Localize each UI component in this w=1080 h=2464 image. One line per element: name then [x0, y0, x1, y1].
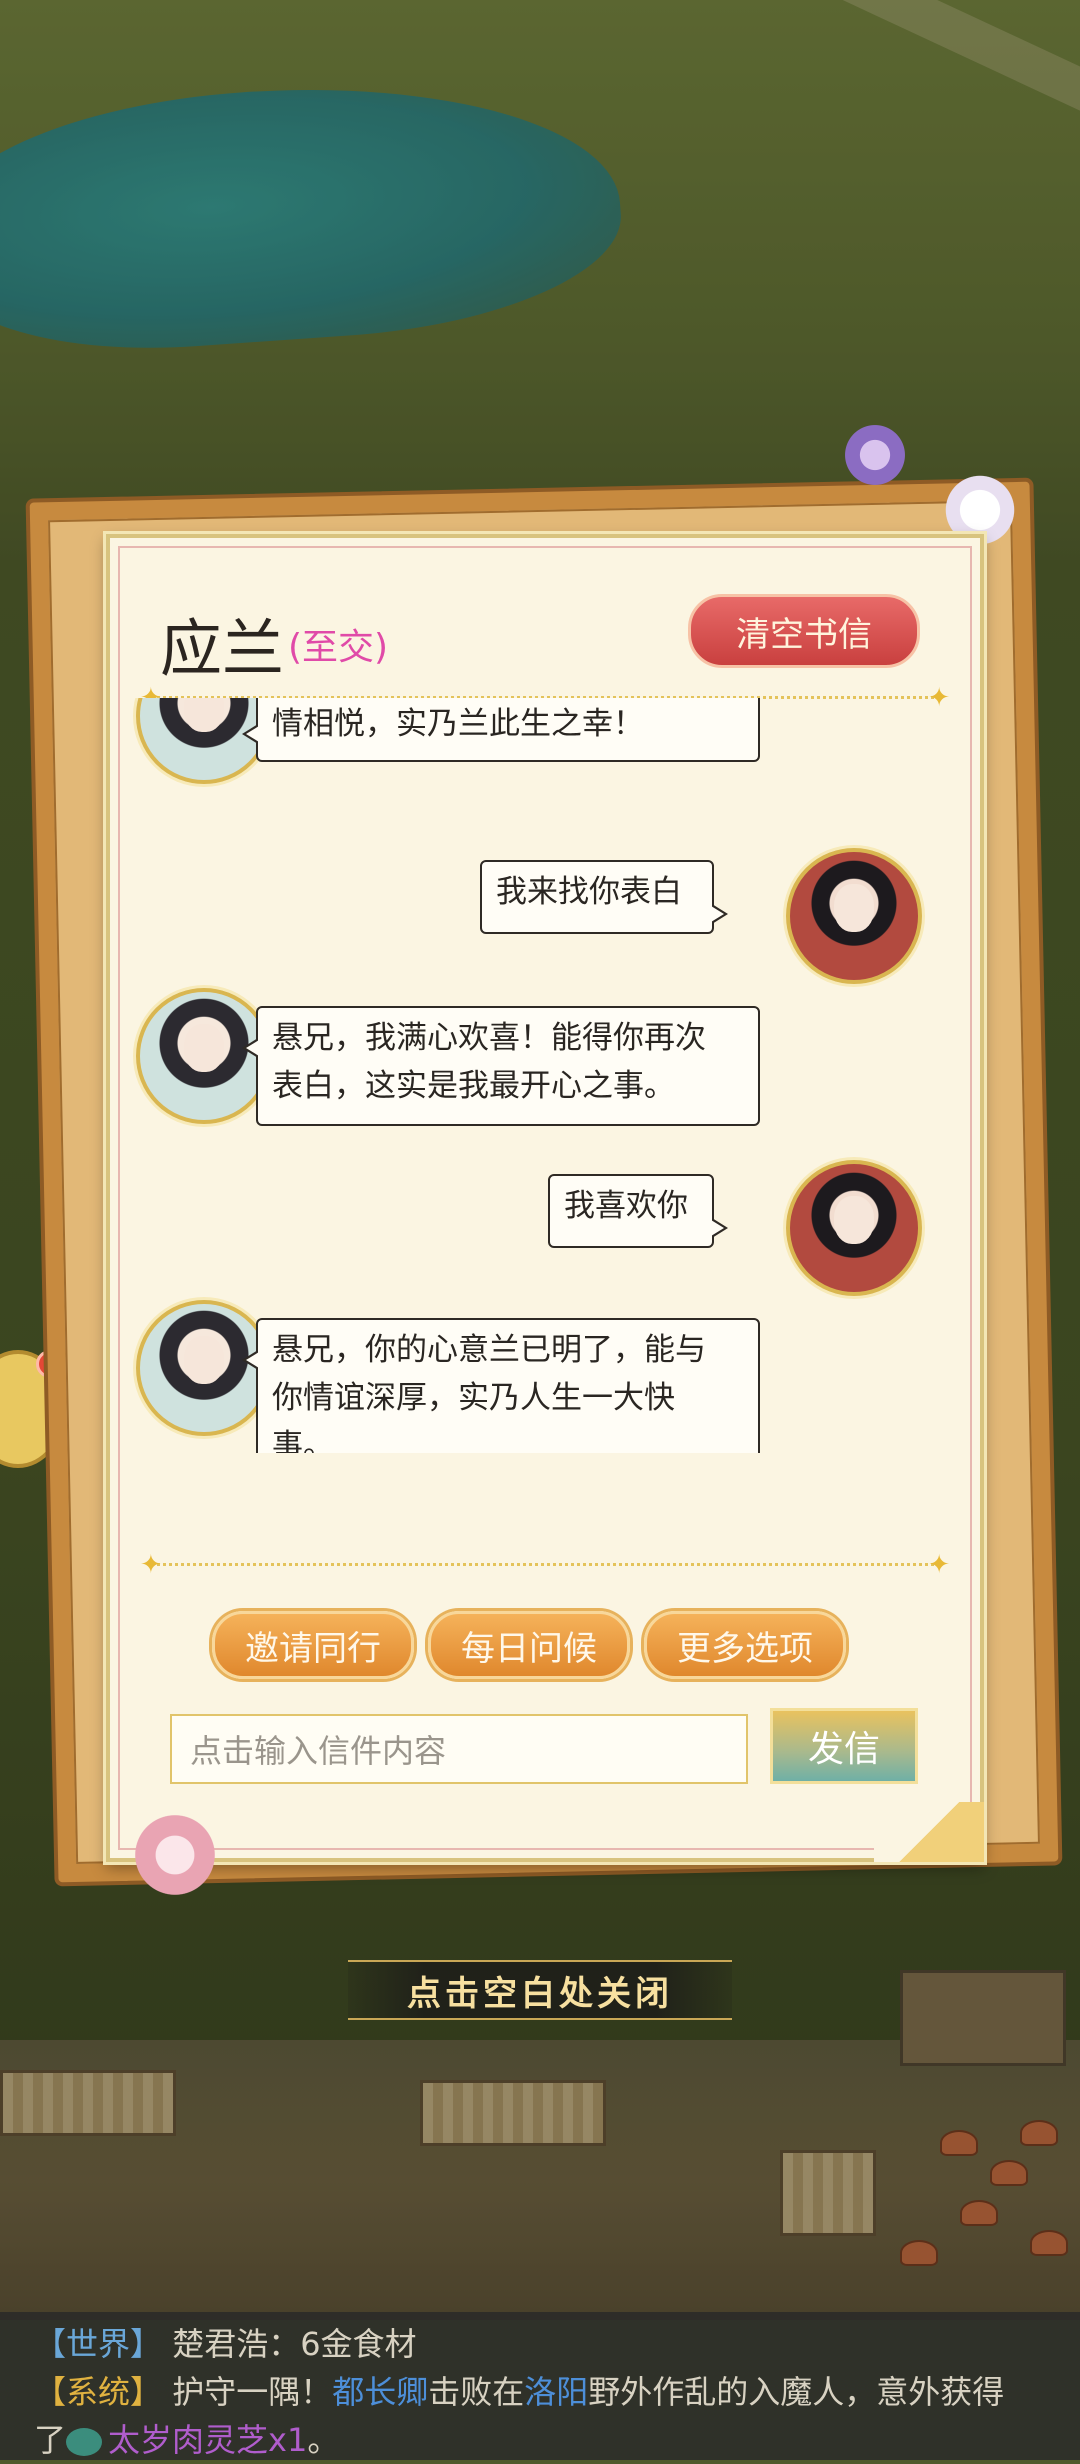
world-message: 楚君浩：6金食材: [172, 2325, 417, 2363]
letter-panel: 应兰 (至交) 清空书信 ✦ ✦ 情相悦，实乃兰此生之幸！ 我来找你表白 悬兄，…: [106, 534, 984, 1862]
send-letter-button[interactable]: 发信: [770, 1708, 918, 1784]
log-line-system-cont: 了太岁肉灵芝x1。: [34, 2421, 340, 2459]
relation-label: (至交): [288, 627, 389, 668]
player-avatar[interactable]: [786, 848, 922, 984]
divider-bottom: ✦ ✦: [140, 1550, 950, 1580]
log-line-world: 【世界】 楚君浩：6金食材: [34, 2320, 1080, 2368]
page-curl: [874, 1802, 984, 1862]
message-bubble: 我喜欢你: [548, 1174, 728, 1248]
letter-input[interactable]: 点击输入信件内容: [170, 1714, 748, 1784]
invite-travel-button[interactable]: 邀请同行: [212, 1611, 414, 1679]
log-line-system: 【系统】 护守一隅！都长卿击败在洛阳野外作乱的入魔人，意外获得: [34, 2373, 1005, 2411]
plum-blossom-icon: [840, 420, 910, 490]
player-name-link[interactable]: 都长卿: [332, 2373, 428, 2411]
item-name-link[interactable]: 太岁肉灵芝: [108, 2421, 268, 2459]
message-bubble: 我来找你表白: [480, 860, 728, 934]
message-list[interactable]: 情相悦，实乃兰此生之幸！ 我来找你表白 悬兄，我满心欢喜！能得你再次 表白，这实…: [130, 698, 960, 1453]
sparkle-icon: ✦: [928, 1550, 950, 1580]
system-channel-tag: 【系统】: [34, 2373, 163, 2411]
world-channel-tag: 【世界】: [34, 2325, 163, 2363]
clear-letters-button[interactable]: 清空书信: [688, 594, 920, 668]
message-bubble: 悬兄，我满心欢喜！能得你再次 表白，这实是我最开心之事。: [242, 1006, 760, 1126]
more-options-button[interactable]: 更多选项: [644, 1611, 846, 1679]
cherry-blossom-icon: [130, 1810, 220, 1900]
message-bubble: 情相悦，实乃兰此生之幸！: [242, 698, 760, 762]
chat-log[interactable]: 【世界】 楚君浩：6金食材 【系统】 护守一隅！都长卿击败在洛阳野外作乱的入魔人…: [0, 2312, 1080, 2460]
player-avatar[interactable]: [786, 1160, 922, 1296]
sparkle-icon: ✦: [140, 1550, 162, 1580]
message-bubble: 悬兄，你的心意兰已明了，能与 你情谊深厚，实乃人生一大快 事。: [242, 1318, 760, 1453]
close-hint[interactable]: 点击空白处关闭: [348, 1960, 732, 2020]
item-icon: [66, 2428, 103, 2456]
daily-greeting-button[interactable]: 每日问候: [428, 1611, 630, 1679]
contact-name: 应兰: [160, 612, 285, 685]
place-link[interactable]: 洛阳: [524, 2373, 588, 2411]
